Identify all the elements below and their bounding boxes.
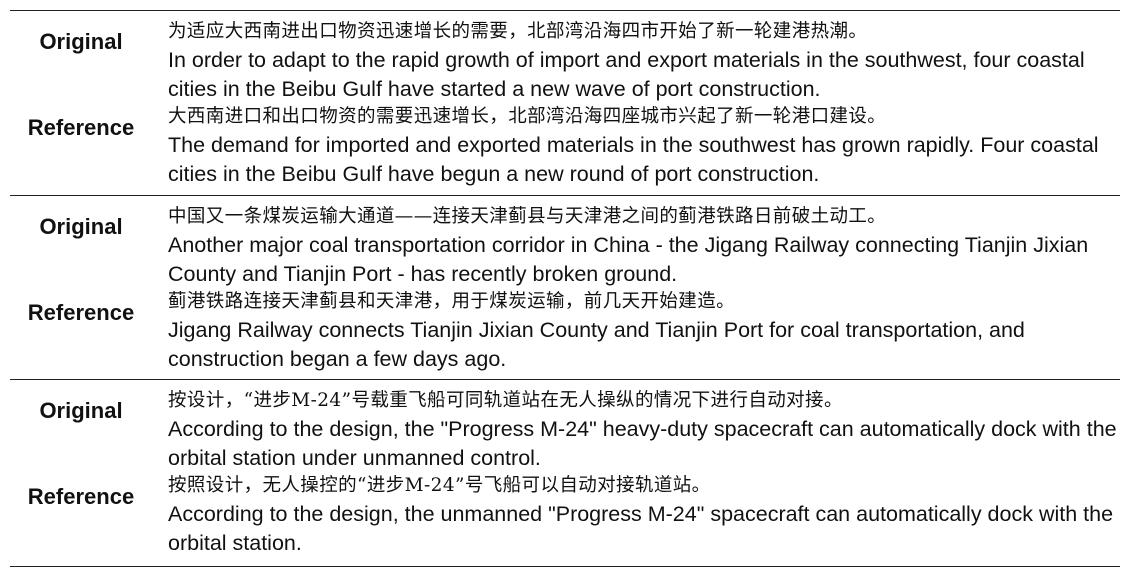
example-content-1: 为适应大西南进出口物资迅速增长的需要，北部湾沿海四市开始了新一轮建港热潮。 In…: [168, 18, 1118, 188]
bottom-rule: [10, 566, 1120, 567]
original-chinese-sentence: 按设计，“进步M-24”号载重飞船可同轨道站在无人操纵的情况下进行自动对接。: [168, 390, 843, 411]
reference-english-translation: Jigang Railway connects Tianjin Jixian C…: [168, 318, 1025, 371]
reference-label: Reference: [27, 484, 135, 509]
original-label: Original: [39, 29, 123, 54]
example-content-3: 按设计，“进步M-24”号载重飞船可同轨道站在无人操纵的情况下进行自动对接。 A…: [168, 387, 1118, 557]
top-rule: [10, 10, 1120, 11]
reference-label: Reference: [27, 300, 135, 325]
original-english-translation: In order to adapt to the rapid growth of…: [168, 48, 1085, 101]
original-english-translation: Another major coal transportation corrid…: [168, 233, 1089, 286]
original-label: Original: [39, 214, 123, 239]
original-english-translation: According to the design, the "Progress M…: [168, 417, 1117, 470]
reference-english-translation: The demand for imported and exported mat…: [168, 133, 1099, 186]
reference-chinese-sentence: 按照设计，无人操控的“进步M-24”号飞船可以自动对接轨道站。: [168, 475, 711, 496]
reference-chinese-sentence: 大西南进口和出口物资的需要迅速增长，北部湾沿海四座城市兴起了新一轮港口建设。: [168, 106, 887, 127]
reference-chinese-sentence: 蓟港铁路连接天津蓟县和天津港，用于煤炭运输，前几天开始建造。: [168, 291, 736, 312]
original-chinese-sentence: 中国又一条煤炭运输大通道——连接天津蓟县与天津港之间的蓟港铁路日前破土动工。: [168, 206, 887, 227]
example-content-2: 中国又一条煤炭运输大通道——连接天津蓟县与天津港之间的蓟港铁路日前破土动工。 A…: [168, 203, 1118, 373]
row-divider-2: [10, 379, 1120, 380]
original-label: Original: [39, 398, 123, 423]
reference-english-translation: According to the design, the unmanned "P…: [168, 502, 1114, 555]
original-chinese-sentence: 为适应大西南进出口物资迅速增长的需要，北部湾沿海四市开始了新一轮建港热潮。: [168, 21, 868, 42]
reference-label: Reference: [27, 115, 135, 140]
row-divider-1: [10, 195, 1120, 196]
